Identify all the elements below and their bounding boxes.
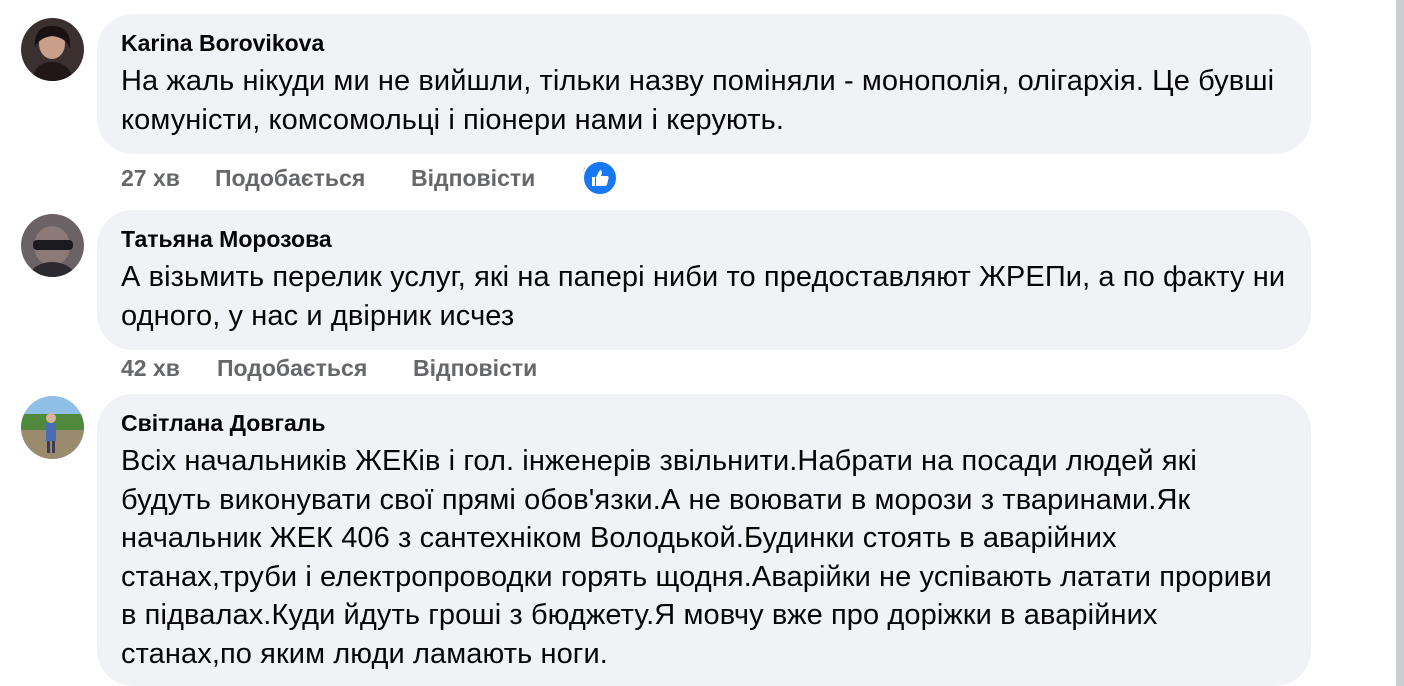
comment-author[interactable]: Karina Borovikova: [121, 28, 1287, 58]
comment-author[interactable]: Світлана Довгаль: [121, 408, 1287, 438]
like-button[interactable]: Подобається: [217, 352, 367, 384]
avatar[interactable]: [21, 18, 84, 81]
scrollbar-edge: [1396, 0, 1404, 686]
comment-text: На жаль нікуди ми не вийшли, тільки назв…: [121, 65, 1275, 136]
comment-actions: 42 хв Подобається Відповісти: [121, 352, 601, 384]
thumbs-up-icon: [582, 160, 618, 196]
comment-author[interactable]: Татьяна Морозова: [121, 224, 1287, 254]
like-button[interactable]: Подобається: [215, 162, 365, 194]
comment-bubble: Татьяна Морозова А візьмить перелик услу…: [97, 210, 1311, 350]
comment-bubble: Karina Borovikova На жаль нікуди ми не в…: [97, 14, 1311, 154]
comment-timestamp[interactable]: 42 хв: [121, 352, 180, 384]
comment-actions: 27 хв Подобається Відповісти 2: [121, 160, 681, 196]
comment-text: Всіх начальників ЖЕКів і гол. інженерів …: [121, 445, 1272, 670]
reply-button[interactable]: Відповісти: [411, 162, 535, 194]
comment-timestamp[interactable]: 27 хв: [121, 162, 180, 194]
comment-bubble: Світлана Довгаль Всіх начальників ЖЕКів …: [97, 394, 1311, 686]
reply-button[interactable]: Відповісти: [413, 352, 537, 384]
comment-text: А візьмить перелик услуг, які на папері …: [121, 261, 1286, 332]
avatar[interactable]: [21, 214, 84, 277]
avatar[interactable]: [21, 396, 84, 459]
